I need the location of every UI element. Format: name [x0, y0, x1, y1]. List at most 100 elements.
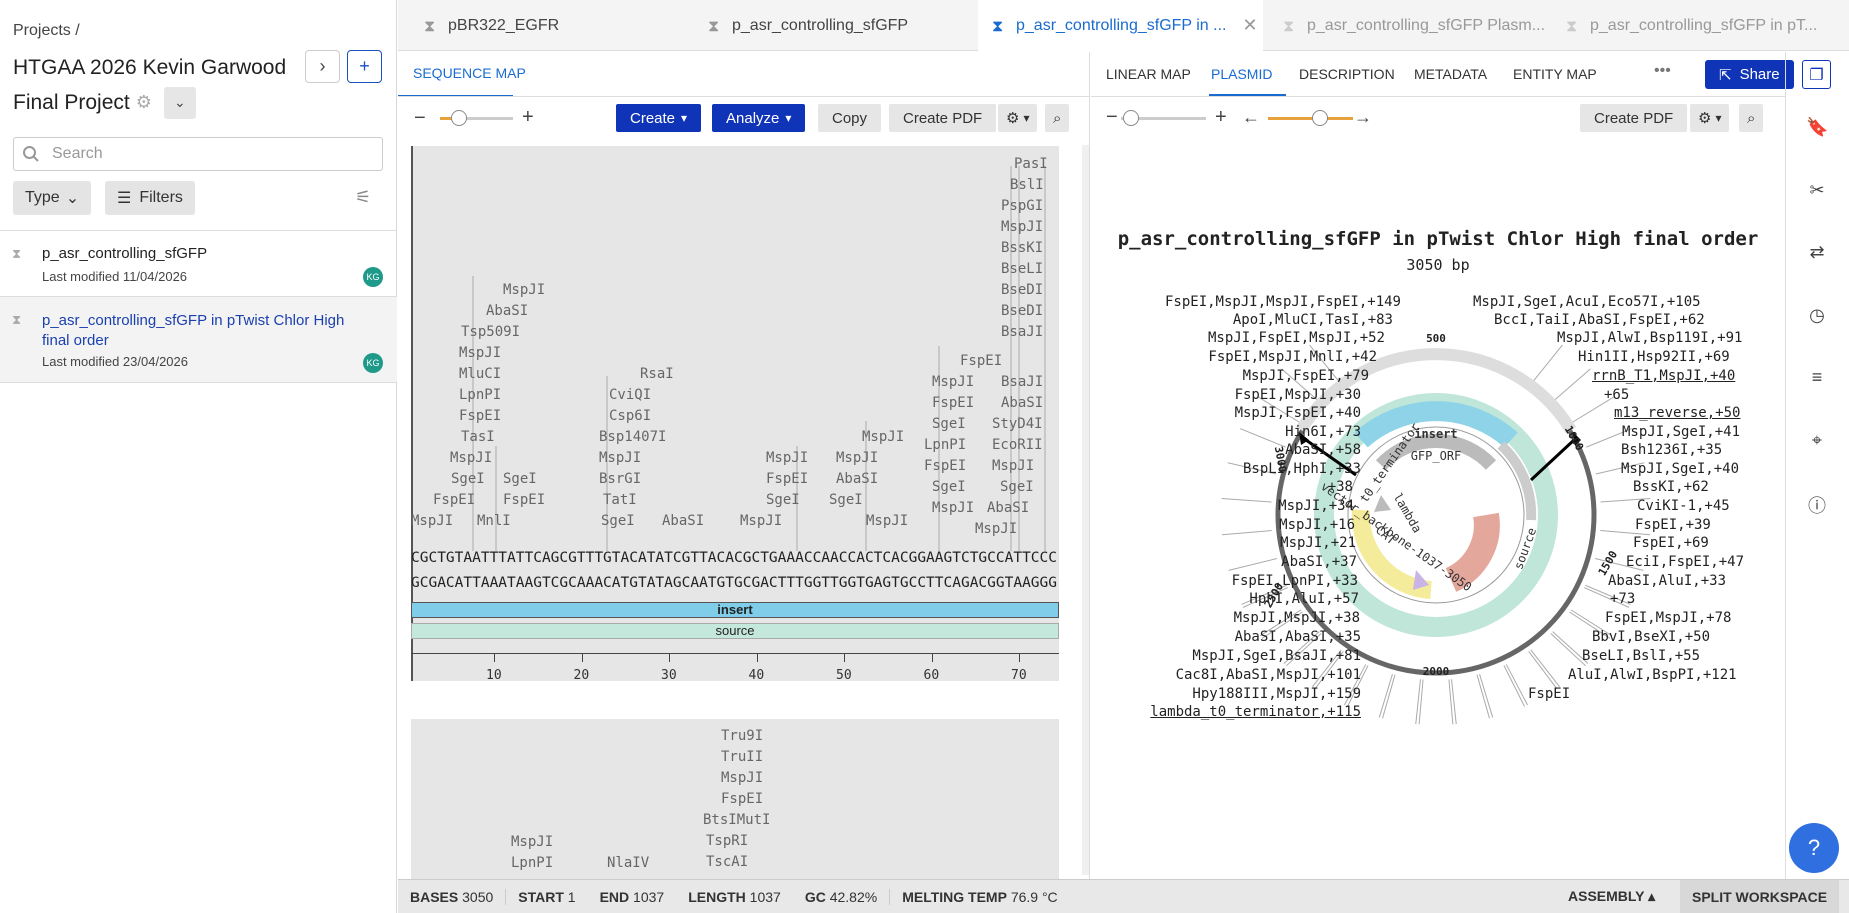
leader-line	[1554, 368, 1591, 401]
search-sequence-button[interactable]: ⌕	[1045, 104, 1070, 132]
map-subtab[interactable]: ENTITY MAP	[1513, 66, 1597, 82]
annotation-right: Bsh1236I,+35	[1621, 442, 1723, 458]
annotation-right: FspEI,+69	[1633, 535, 1709, 551]
annotation-left: AbaSI,+37	[1281, 554, 1357, 570]
scrollbar[interactable]	[1082, 145, 1089, 875]
annotation-right: EciI,FspEI,+47	[1626, 554, 1745, 570]
tab-in-pt[interactable]: ⧗ p_asr_controlling_sfGFP in pT...	[1566, 0, 1817, 51]
tab-pbr322[interactable]: ⧗ pBR322_EGFR	[424, 0, 559, 51]
annotation-left: MspJI,SgeI,BsaJI,+81	[1192, 648, 1361, 664]
annotation-right: MspJI,AlwI,Bsp119I,+91	[1557, 330, 1743, 346]
annotation-left: FspEI,MspJI,MnlI,+42	[1208, 349, 1377, 365]
leader-line	[1505, 664, 1528, 706]
zoom-slider-thumb[interactable]	[451, 110, 467, 126]
split-workspace-button[interactable]: SPLIT WORKSPACE	[1680, 880, 1840, 913]
help-button[interactable]: ?	[1789, 823, 1839, 873]
enzyme-label: TatI	[603, 492, 637, 508]
analyze-button[interactable]: Analyze ▾	[712, 104, 806, 132]
enzyme-label: Bsp1407I	[599, 429, 667, 445]
annotation-left: Hpy188III,MspJI,+159	[1192, 686, 1361, 702]
scissors-icon[interactable]: ✂	[1806, 180, 1828, 202]
type-filter[interactable]: Type ⌄	[13, 181, 92, 215]
info-icon[interactable]: ⓘ	[1806, 492, 1828, 516]
question-icon: ?	[1807, 835, 1821, 860]
sequence-bottom-strand[interactable]: GCGACATTAAATAAGTCGCAAACATGTATAGCAATGTGCG…	[411, 575, 1057, 591]
enzyme-label: MspJI	[721, 770, 764, 786]
share-label: Share	[1739, 66, 1780, 83]
enzyme-label: SgeI	[451, 471, 485, 487]
enzyme-label: SgeI	[601, 513, 635, 529]
list-icon[interactable]: ≡	[1806, 367, 1828, 389]
swap-icon[interactable]: ⇄	[1806, 242, 1828, 264]
map-subtab[interactable]: PLASMID	[1211, 66, 1272, 82]
more-icon[interactable]: •••	[1654, 62, 1671, 80]
map-subtab[interactable]: LINEAR MAP	[1106, 66, 1191, 82]
assembly-button[interactable]: ASSEMBLY ▴	[1568, 888, 1655, 905]
enzyme-label: FspEI	[960, 353, 1003, 369]
settings-dropdown[interactable]: ⚙ ▾	[1690, 104, 1730, 132]
chevron-down-icon: ▾	[1023, 111, 1030, 125]
gear-icon[interactable]: ⚙	[136, 85, 152, 120]
file-item[interactable]: ⧗ p_asr_controlling_sfGFP Last modified …	[0, 231, 397, 296]
share-icon: ⇱	[1719, 66, 1732, 84]
copy-icon[interactable]: ❐	[1802, 60, 1831, 89]
avatar: KG	[363, 267, 383, 287]
annotation-right: MspJI,SgeI,+41	[1622, 424, 1741, 440]
annotation-left: BspLI,HphI,+33	[1242, 461, 1361, 477]
zoom-in-icon[interactable]: +	[1215, 106, 1227, 129]
zoom-out-icon[interactable]: −	[1106, 106, 1118, 129]
map-subtab[interactable]: METADATA	[1414, 66, 1487, 82]
search-map-button[interactable]: ⌕	[1739, 104, 1764, 132]
enzyme-label: MspJI	[992, 458, 1035, 474]
create-pdf-button[interactable]: Create PDF	[1580, 104, 1688, 132]
expand-button[interactable]: ›	[305, 50, 340, 83]
arrow-left-icon[interactable]: ←	[1242, 107, 1260, 128]
rotate-slider-thumb[interactable]	[1312, 110, 1328, 126]
feature-insert[interactable]: insert	[411, 602, 1059, 618]
tab-sequence-map[interactable]: SEQUENCE MAP	[413, 65, 526, 81]
hourglass-icon: ⧗	[992, 17, 1004, 35]
leader-line	[1221, 530, 1272, 536]
copy-button[interactable]: Copy	[818, 104, 882, 132]
annotation-right: BssKI,+62	[1633, 479, 1709, 495]
file-modified: Last modified 23/04/2026	[42, 354, 188, 369]
create-button[interactable]: Create ▾	[616, 104, 702, 132]
enzyme-label: SgeI	[932, 416, 966, 432]
tab-active[interactable]: ⧗ p_asr_controlling_sfGFP in ... ✕	[978, 0, 1263, 51]
feature-source[interactable]: source	[411, 623, 1059, 639]
history-icon[interactable]: ◷	[1806, 305, 1828, 327]
target-icon[interactable]: ⌖	[1806, 430, 1828, 452]
close-icon[interactable]: ✕	[1242, 15, 1257, 36]
ruler-tick: 50	[836, 668, 852, 683]
enzyme-label: MspJI	[836, 450, 879, 466]
add-button[interactable]: +	[347, 50, 382, 83]
enzyme-label: TscAI	[706, 854, 749, 870]
sequence-top-strand[interactable]: CGCTGTAATTTATTCAGCGTTTGTACATATCGTTACACGC…	[411, 550, 1057, 566]
map-subtab[interactable]: DESCRIPTION	[1299, 66, 1395, 82]
tab-plasmid[interactable]: ⧗ p_asr_controlling_sfGFP Plasm...	[1283, 0, 1545, 51]
leader-line	[1530, 649, 1561, 688]
arrow-right-icon[interactable]: →	[1354, 107, 1372, 128]
zoom-in-icon[interactable]: +	[522, 106, 534, 129]
settings-dropdown[interactable]: ⚙ ▾	[998, 104, 1038, 132]
tab-p-asr-controlling[interactable]: ⧗ p_asr_controlling_sfGFP	[708, 0, 908, 51]
ruler-tick-mark	[844, 654, 845, 662]
feature-insert-label: insert	[717, 602, 753, 617]
annotation-left: lambda_t0_terminator,+115	[1150, 704, 1361, 720]
breadcrumb[interactable]: Projects /	[13, 22, 80, 40]
divider	[398, 96, 1090, 97]
search-input[interactable]: Search	[13, 137, 383, 171]
project-title: HTGAA 2026 Kevin Garwood Final Project ⚙…	[13, 50, 303, 120]
rotate-slider[interactable]	[1268, 117, 1353, 120]
create-pdf-button[interactable]: Create PDF	[889, 104, 997, 132]
file-item-selected[interactable]: ⧗ p_asr_controlling_sfGFP in pTwist Chlo…	[0, 297, 397, 382]
enzyme-label: MspJI	[1001, 219, 1044, 235]
enzyme-label: NlaIV	[607, 855, 650, 871]
share-button[interactable]: ⇱ Share	[1705, 60, 1794, 89]
bookmark-icon[interactable]: 🔖	[1806, 117, 1828, 139]
filters-button[interactable]: ☰ Filters	[105, 181, 195, 215]
sliders-icon[interactable]: ⚟	[355, 187, 371, 208]
zoom-out-icon[interactable]: −	[414, 107, 426, 130]
chevron-down-icon[interactable]: ⌄	[163, 86, 196, 119]
zoom-slider-thumb[interactable]	[1123, 110, 1139, 126]
